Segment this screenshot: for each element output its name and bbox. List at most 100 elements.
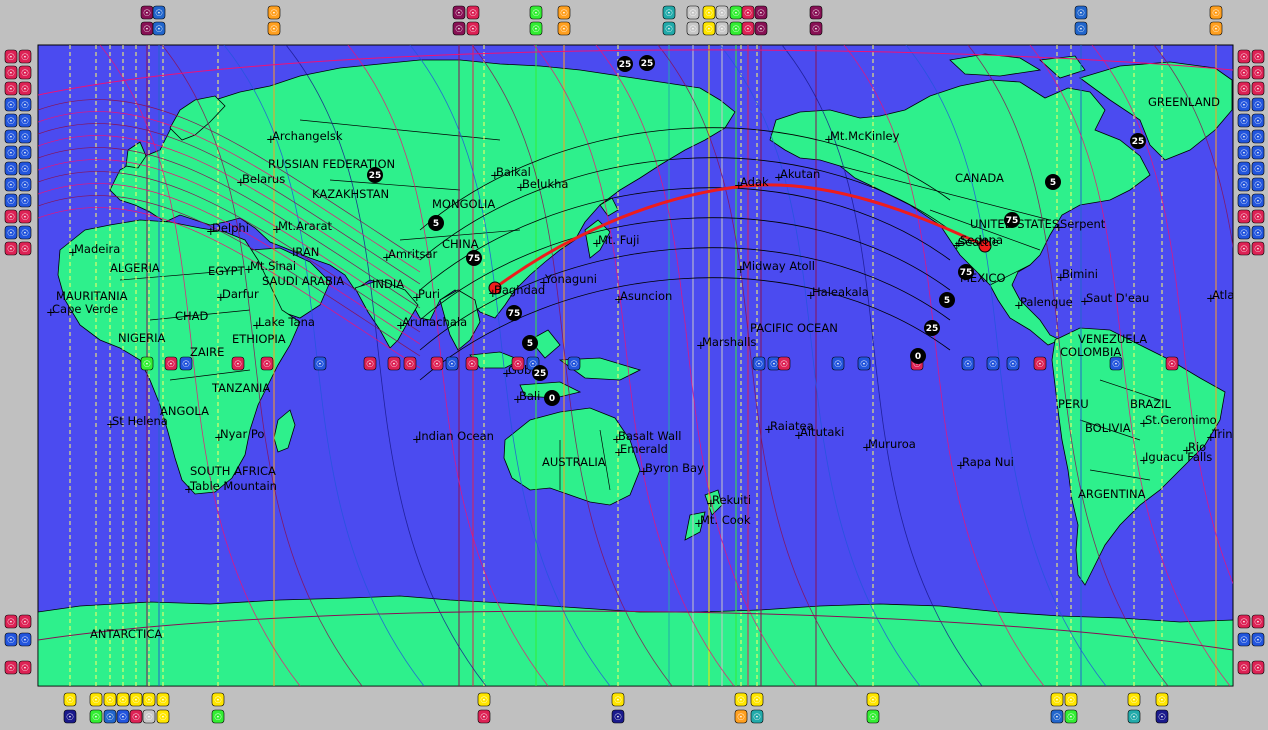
- svg-text:☉: ☉: [1254, 69, 1262, 79]
- path-marker-25: 25: [639, 55, 655, 71]
- svg-text:☉: ☉: [7, 618, 15, 628]
- svg-text:☉: ☉: [66, 696, 74, 706]
- svg-text:☉: ☉: [469, 25, 477, 35]
- mid-glyph-venus: ☉: [140, 356, 154, 371]
- top-mc-glyph-pluto: ☉: [140, 21, 154, 36]
- left-glyph-mars: ☉: [4, 209, 18, 224]
- svg-text:☉: ☉: [1240, 101, 1248, 111]
- svg-text:☉: ☉: [1240, 664, 1248, 674]
- place-st-helena: St Helena: [112, 414, 168, 428]
- svg-text:☉: ☉: [143, 360, 151, 370]
- svg-text:☉: ☉: [812, 9, 820, 19]
- svg-text:☉: ☉: [1036, 360, 1044, 370]
- bottom-glyph-ic: ☉: [477, 692, 491, 707]
- left-angle-glyph-jupiter: ☉: [18, 145, 32, 160]
- right-glyph-mars: ☉: [1237, 65, 1251, 80]
- region-india: INDIA: [372, 277, 404, 291]
- svg-text:☉: ☉: [480, 696, 488, 706]
- svg-text:☉: ☉: [7, 117, 15, 127]
- svg-text:☉: ☉: [757, 9, 765, 19]
- right-glyph-jupiter: ☉: [1237, 145, 1251, 160]
- place-haleakala: Haleakala: [812, 285, 869, 299]
- svg-text:☉: ☉: [1240, 245, 1248, 255]
- svg-text:☉: ☉: [1254, 101, 1262, 111]
- bottom-ic-glyph-saturn: ☉: [63, 709, 77, 724]
- path-marker-25: 25: [1130, 133, 1146, 149]
- svg-text:☉: ☉: [732, 25, 740, 35]
- place-marshalls: Marshalls: [702, 335, 756, 349]
- region-greenland: GREENLAND: [1148, 95, 1220, 109]
- svg-text:☉: ☉: [1254, 618, 1262, 628]
- bottom-ic-glyph-uranus: ☉: [1127, 709, 1141, 724]
- top-mc-glyph-moon: ☉: [686, 21, 700, 36]
- path-marker-25: 25: [924, 320, 940, 336]
- mid-glyph-mars: ☉: [403, 356, 417, 371]
- path-marker-0: 0: [910, 348, 926, 364]
- svg-text:☉: ☉: [1112, 360, 1120, 370]
- svg-text:☉: ☉: [7, 245, 15, 255]
- svg-text:☉: ☉: [21, 101, 29, 111]
- path-marker-5: 5: [1045, 174, 1061, 190]
- top-glyph-mercury: ☉: [557, 5, 571, 20]
- bottom-ic-glyph-venus: ☉: [1064, 709, 1078, 724]
- svg-text:☉: ☉: [316, 360, 324, 370]
- path-marker-75: 75: [1004, 212, 1020, 228]
- top-mc-glyph-neptune: ☉: [152, 21, 166, 36]
- place-puri: Puri: [418, 287, 440, 301]
- svg-text:☉: ☉: [560, 25, 568, 35]
- bottom-glyph-ic: ☉: [734, 692, 748, 707]
- svg-text:☉: ☉: [614, 696, 622, 706]
- mid-glyph-jupiter: ☉: [567, 356, 581, 371]
- place-palenque: Palenque: [1020, 295, 1073, 309]
- svg-text:☉: ☉: [155, 9, 163, 19]
- svg-text:☉: ☉: [514, 360, 522, 370]
- svg-text:☉: ☉: [145, 696, 153, 706]
- svg-text:☉: ☉: [1240, 133, 1248, 143]
- top-mc-glyph-mars: ☉: [741, 21, 755, 36]
- svg-text:☉: ☉: [21, 69, 29, 79]
- svg-text:☉: ☉: [143, 25, 151, 35]
- place-cape-verde: Cape Verde: [52, 302, 118, 316]
- left-glyph-jupiter: ☉: [4, 113, 18, 128]
- left-glyph-jupiter: ☉: [4, 129, 18, 144]
- place-basalt-wall: Basalt Wall: [618, 429, 681, 443]
- right-angle-glyph-jupiter: ☉: [1251, 145, 1265, 160]
- region-iran: IRAN: [292, 245, 319, 259]
- top-glyph-mars: ☉: [741, 5, 755, 20]
- left-latitude-glyph-column: ☉ ☉ ☉ ☉ ☉ ☉ ☉ ☉ ☉ ☉ ☉ ☉ ☉ ☉ ☉ ☉ ☉ ☉ ☉ ☉ ☉ ☉ ☉ ☉ ☉ ☉ ☉ ☉ ☉ ☉ ☉ ☉: [4, 49, 32, 675]
- mid-glyph-jupiter: ☉: [179, 356, 193, 371]
- left-angle-glyph-mars: ☉: [18, 614, 32, 629]
- svg-text:25: 25: [369, 171, 382, 181]
- svg-text:☉: ☉: [7, 69, 15, 79]
- region-south-africa: SOUTH AFRICA: [190, 464, 276, 478]
- right-glyph-mars: ☉: [1237, 81, 1251, 96]
- svg-text:☉: ☉: [21, 197, 29, 207]
- svg-text:☉: ☉: [1254, 245, 1262, 255]
- svg-text:☉: ☉: [155, 25, 163, 35]
- svg-text:25: 25: [619, 60, 632, 70]
- top-glyph-neptune: ☉: [1074, 5, 1088, 20]
- right-angle-glyph-jupiter: ☉: [1251, 161, 1265, 176]
- right-glyph-mars: ☉: [1237, 614, 1251, 629]
- bottom-glyph-ic: ☉: [103, 692, 117, 707]
- path-marker-25: 25: [532, 365, 548, 381]
- svg-text:5: 5: [433, 219, 439, 229]
- world-map[interactable]: GREENLANDCANADAUNITED STATESMEXICOPACIFI…: [0, 0, 1268, 730]
- top-mc-glyph-pluto: ☉: [754, 21, 768, 36]
- region-egypt: EGYPT: [208, 264, 246, 278]
- svg-text:☉: ☉: [770, 360, 778, 370]
- bottom-ic-glyph-neptune: ☉: [1050, 709, 1064, 724]
- place-byron-bay: Byron Bay: [645, 461, 704, 475]
- svg-text:☉: ☉: [270, 25, 278, 35]
- bottom-glyph-ic: ☉: [1050, 692, 1064, 707]
- left-angle-glyph-jupiter: ☉: [18, 129, 32, 144]
- right-angle-glyph-mars: ☉: [1251, 209, 1265, 224]
- svg-text:☉: ☉: [737, 713, 745, 723]
- svg-text:☉: ☉: [366, 360, 374, 370]
- top-glyph-uranus: ☉: [662, 5, 676, 20]
- svg-text:☉: ☉: [1254, 117, 1262, 127]
- top-glyph-venus: ☉: [729, 5, 743, 20]
- svg-text:☉: ☉: [737, 696, 745, 706]
- left-angle-glyph-jupiter: ☉: [18, 97, 32, 112]
- svg-text:☉: ☉: [406, 360, 414, 370]
